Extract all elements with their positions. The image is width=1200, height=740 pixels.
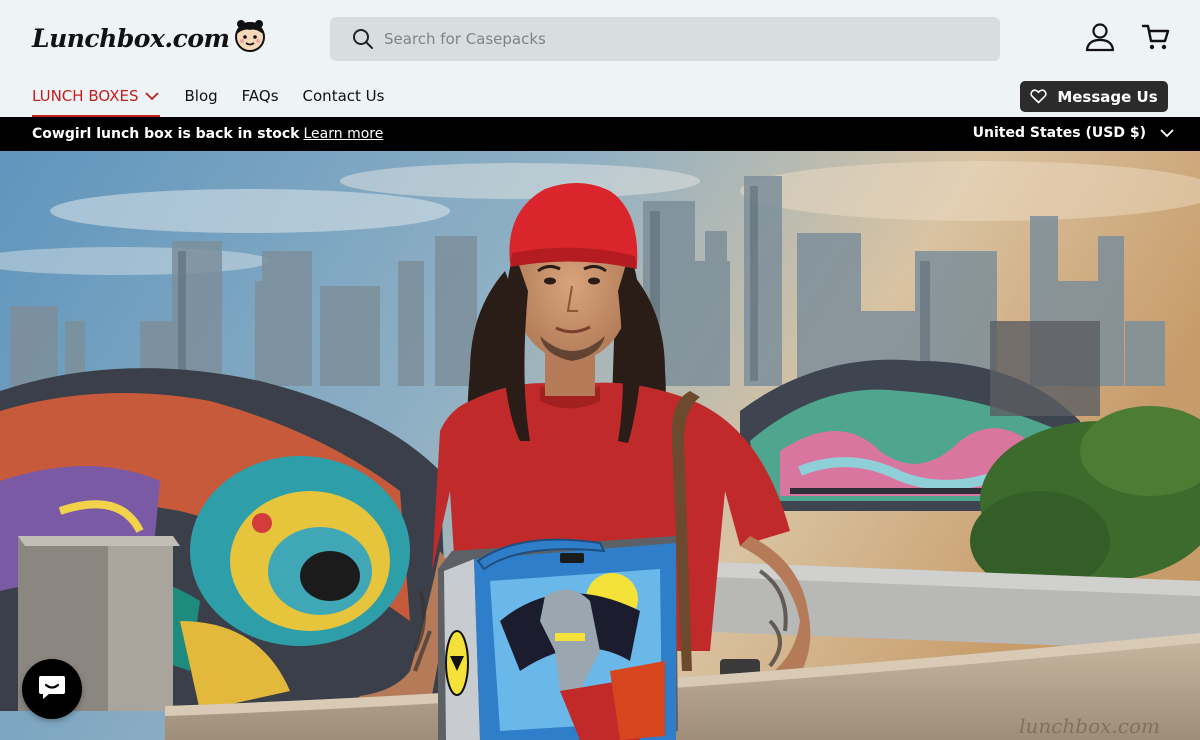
account-icon[interactable] [1084,21,1116,53]
country-selector[interactable]: United States (USD $) [973,125,1146,141]
logo[interactable]: Lunchbox.com [32,18,267,58]
announcement-bar: Cowgirl lunch box is back in stock Learn… [0,117,1200,151]
nav-item-lunch-boxes[interactable]: LUNCH BOXES [32,76,161,117]
search-icon[interactable] [352,28,374,50]
learn-more-link[interactable]: Learn more [304,126,384,142]
lunchbox-image [438,536,678,740]
nav-item-faqs[interactable]: FAQs [242,76,279,117]
message-us-label: Message Us [1057,87,1158,106]
nav-item-contact-us[interactable]: Contact Us [303,76,385,117]
logo-text: Lunchbox.com [32,23,230,53]
chat-icon [37,673,67,705]
search-input[interactable] [384,19,1000,59]
announcement-text: Cowgirl lunch box is back in stock [32,126,300,142]
chat-button[interactable] [22,659,82,719]
nav-item-blog[interactable]: Blog [184,76,217,117]
chevron-down-icon [144,90,160,102]
site-header: Lunchbox.com Search for Casepacks LUNCH … [0,0,1200,117]
chevron-down-icon[interactable] [1160,128,1174,138]
heart-icon [1030,89,1047,104]
search-bar [330,17,1000,61]
cart-icon[interactable] [1141,22,1171,52]
logo-face-icon [233,19,267,57]
main-nav: LUNCH BOXES Blog FAQs Contact Us [32,76,408,117]
hero-illustration: lunchbox.com [0,151,1200,740]
message-us-button[interactable]: Message Us [1020,81,1168,112]
nav-item-label: LUNCH BOXES [32,87,139,105]
hero-image: lunchbox.com [0,151,1200,740]
hero-watermark: lunchbox.com [1019,714,1160,738]
